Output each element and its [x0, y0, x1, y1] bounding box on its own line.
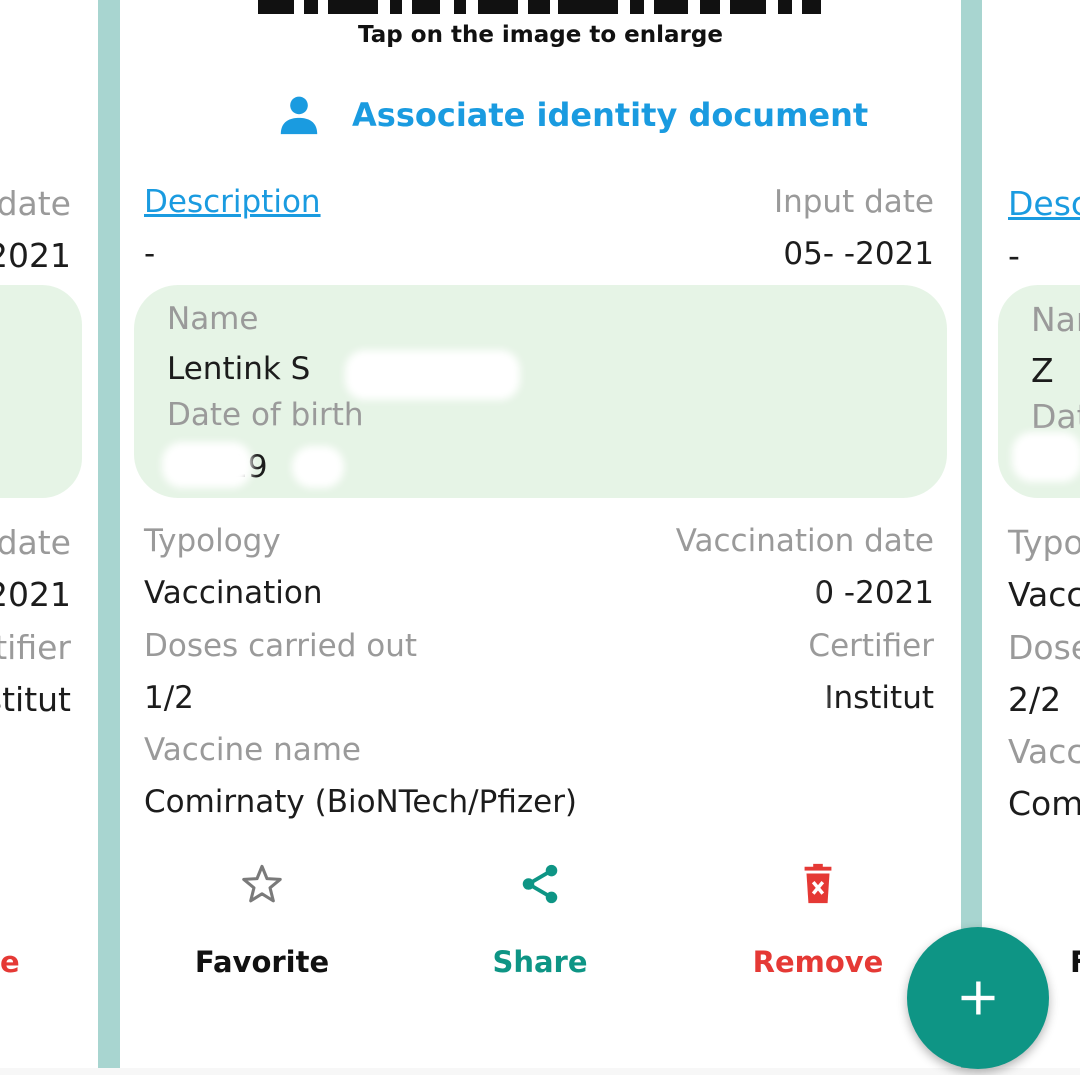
- redaction-mark: [1012, 432, 1080, 482]
- typology-value: Vaccination: [144, 575, 323, 611]
- redaction-mark: [292, 446, 344, 488]
- peek-doses-value: 2/2: [1008, 680, 1062, 719]
- peek-vaccination-date-label: date: [0, 523, 71, 562]
- star-outline-icon: [242, 864, 282, 903]
- peek-vaccine-value: Com: [1008, 784, 1080, 823]
- peek-name-label: Nar: [1031, 300, 1080, 339]
- tap-to-enlarge-hint: Tap on the image to enlarge: [358, 22, 723, 48]
- typology-label: Typology: [144, 523, 281, 559]
- peek-typology-value: Vacc: [1008, 575, 1080, 614]
- redaction-mark: [345, 350, 520, 400]
- peek-name-value: Z: [1031, 351, 1054, 390]
- peek-favorite-label[interactable]: F: [1070, 945, 1080, 979]
- peek-vaccination-date-value: 2021: [0, 575, 71, 614]
- next-card[interactable]: Desc - Nar Z Dat Typo Vacc Dose 2/2 Vacc…: [982, 0, 1080, 1068]
- doses-value: 1/2: [144, 680, 194, 716]
- peek-certifier-label: tifier: [0, 628, 71, 667]
- trash-icon: [804, 863, 832, 904]
- share-button[interactable]: Share: [400, 855, 680, 995]
- identity-box: Name Lentink S Date of birth -19: [134, 285, 947, 498]
- person-icon: [280, 96, 318, 135]
- certificate-card: Tap on the image to enlarge Associate id…: [120, 0, 961, 1068]
- peek-identity-box: [0, 285, 82, 498]
- name-value: Lentink S: [167, 351, 311, 387]
- input-date-value: 05- -2021: [783, 236, 934, 272]
- share-icon: [522, 864, 558, 904]
- card-edge-left: [98, 0, 120, 1068]
- card-edge-right: [961, 0, 983, 1068]
- peek-vaccine-label: Vacc: [1008, 732, 1080, 771]
- peek-remove-label[interactable]: e: [0, 945, 20, 979]
- previous-card[interactable]: date 2021 date 2021 tifier stitut e: [0, 0, 98, 1068]
- peek-doses-label: Dose: [1008, 628, 1080, 667]
- input-date-label: Input date: [773, 184, 934, 220]
- plus-icon: [961, 981, 995, 1015]
- redaction-mark: [615, 676, 825, 724]
- card-actions: Favorite Share Remove: [120, 855, 961, 995]
- redaction-mark: [742, 566, 814, 618]
- peek-dob-label: Dat: [1031, 397, 1080, 436]
- favorite-button[interactable]: Favorite: [122, 855, 402, 995]
- peek-typology-label: Typo: [1008, 523, 1080, 562]
- peek-input-date-value: 2021: [0, 236, 71, 275]
- description-link[interactable]: Description: [144, 184, 321, 220]
- peek-certifier-value: stitut: [0, 680, 71, 719]
- share-label: Share: [492, 945, 588, 979]
- vaccination-date-label: Vaccination date: [675, 523, 934, 559]
- add-certificate-button[interactable]: [907, 927, 1049, 1069]
- app-screen: date 2021 date 2021 tifier stitut e T: [0, 0, 1080, 1075]
- qr-code-image[interactable]: [258, 0, 821, 14]
- vaccine-name-label: Vaccine name: [144, 732, 361, 768]
- peek-input-date-label: date: [0, 184, 71, 223]
- description-value: -: [144, 236, 156, 272]
- peek-description-link[interactable]: Desc: [1008, 184, 1080, 223]
- date-of-birth-label: Date of birth: [167, 397, 364, 433]
- certifier-label: Certifier: [808, 628, 934, 664]
- name-label: Name: [167, 301, 259, 337]
- doses-label: Doses carried out: [144, 628, 418, 664]
- vaccine-name-value: Comirnaty (BioNTech/Pfizer): [144, 784, 578, 820]
- certifier-value: Institut: [824, 680, 934, 716]
- redaction-mark: [162, 442, 252, 488]
- peek-description-value: -: [1008, 236, 1020, 275]
- associate-identity-label: Associate identity document: [352, 96, 869, 134]
- vaccination-date-value: 0 -2021: [814, 575, 934, 611]
- associate-identity-button[interactable]: Associate identity document: [276, 90, 868, 140]
- favorite-label: Favorite: [194, 945, 330, 979]
